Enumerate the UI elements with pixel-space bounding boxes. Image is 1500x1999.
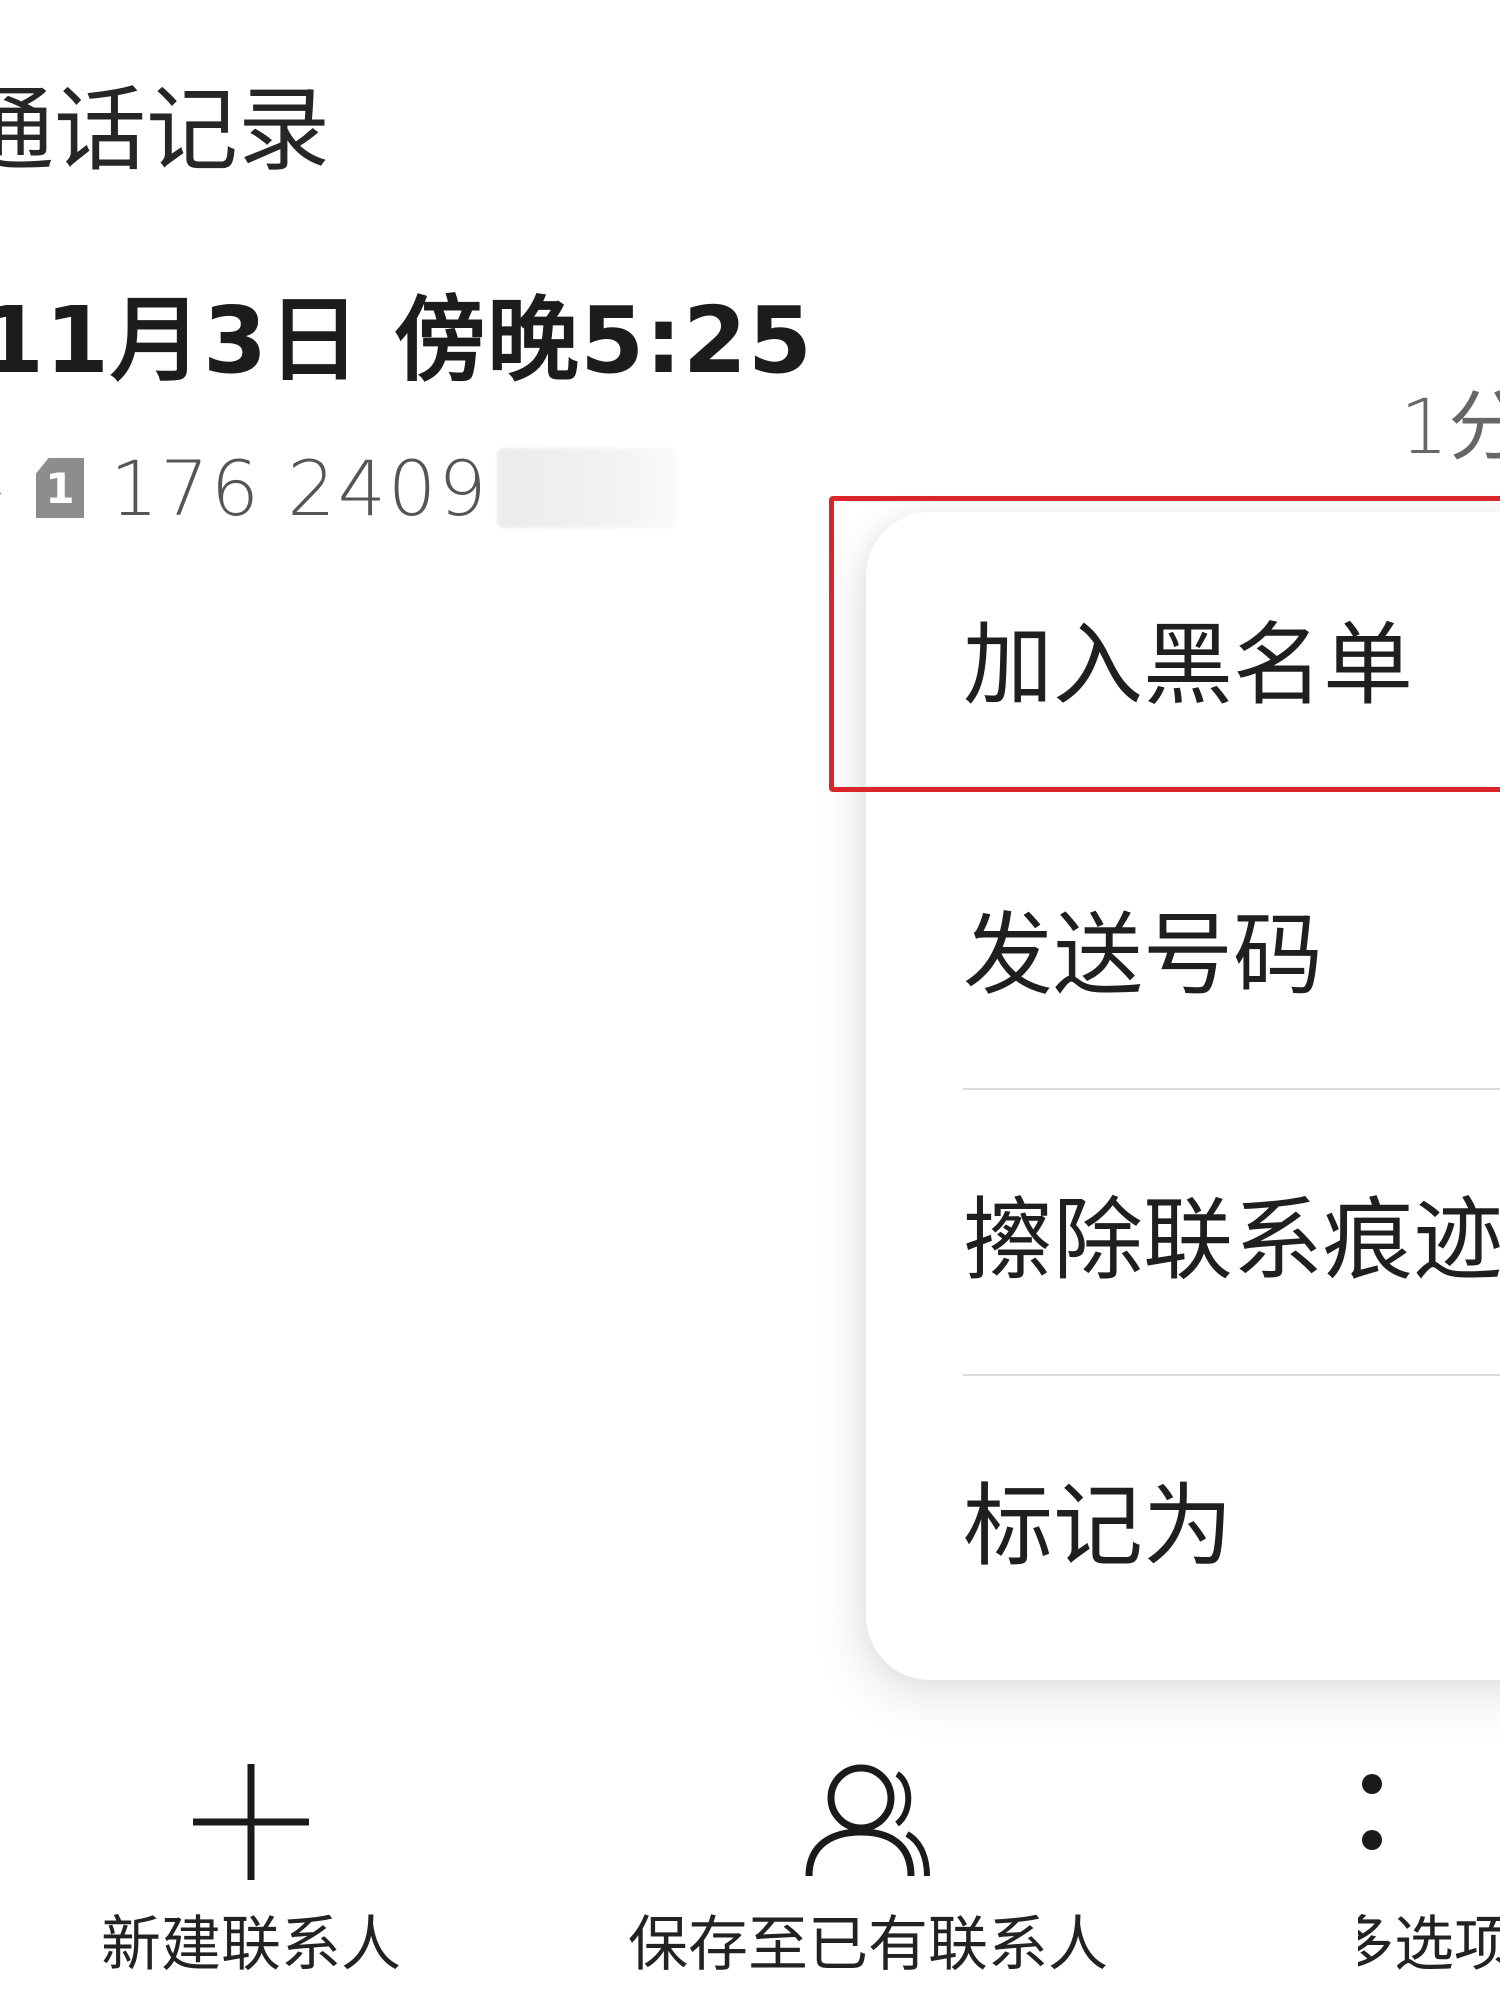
menu-item-send-number[interactable]: 发送号码 (866, 804, 1500, 1089)
sim-card-icon: 1 (36, 458, 84, 518)
phone-number-redacted (496, 448, 677, 528)
save-to-existing-contact-button[interactable]: 保存至已有联系人 (618, 1740, 1118, 1999)
more-options-button[interactable]: 更多选项 (1358, 1740, 1500, 1999)
more-options-label: 更多选项 (1358, 1910, 1500, 1980)
call-detail-row: 1 176 2409 (0, 438, 677, 538)
phone-number: 176 2409 (110, 443, 489, 533)
bottom-action-bar: 新建联系人 保存至已有联系人 多选项 (0, 1740, 1500, 1999)
page-title: 通话记录 (0, 77, 331, 184)
call-duration: 1分 (1400, 382, 1500, 471)
save-to-existing-contact-label: 保存至已有联系人 (628, 1910, 1108, 1980)
menu-item-label: 标记为 (963, 1473, 1233, 1579)
menu-item-add-to-blacklist[interactable]: 加入黑名单 (866, 512, 1500, 802)
sim-slot-label: 1 (45, 463, 75, 513)
menu-item-label: 发送号码 (963, 902, 1323, 1008)
new-contact-button[interactable]: 新建联系人 (96, 1740, 406, 1999)
context-menu: 加入黑名单 发送号码 擦除联系痕迹 标记为 (866, 512, 1500, 1680)
menu-item-mark-as[interactable]: 标记为 (866, 1376, 1500, 1659)
menu-item-erase-contact-traces[interactable]: 擦除联系痕迹 (866, 1090, 1500, 1373)
incoming-call-icon (0, 468, 4, 508)
call-datetime: 11月3日 傍晚5:25 (0, 287, 813, 394)
menu-item-label: 加入黑名单 (963, 613, 1413, 718)
person-icon (803, 1762, 933, 1886)
new-contact-label: 新建联系人 (101, 1910, 401, 1980)
menu-item-label: 擦除联系痕迹 (963, 1187, 1500, 1293)
plus-icon (191, 1762, 311, 1886)
more-vertical-icon (1360, 1762, 1384, 1886)
